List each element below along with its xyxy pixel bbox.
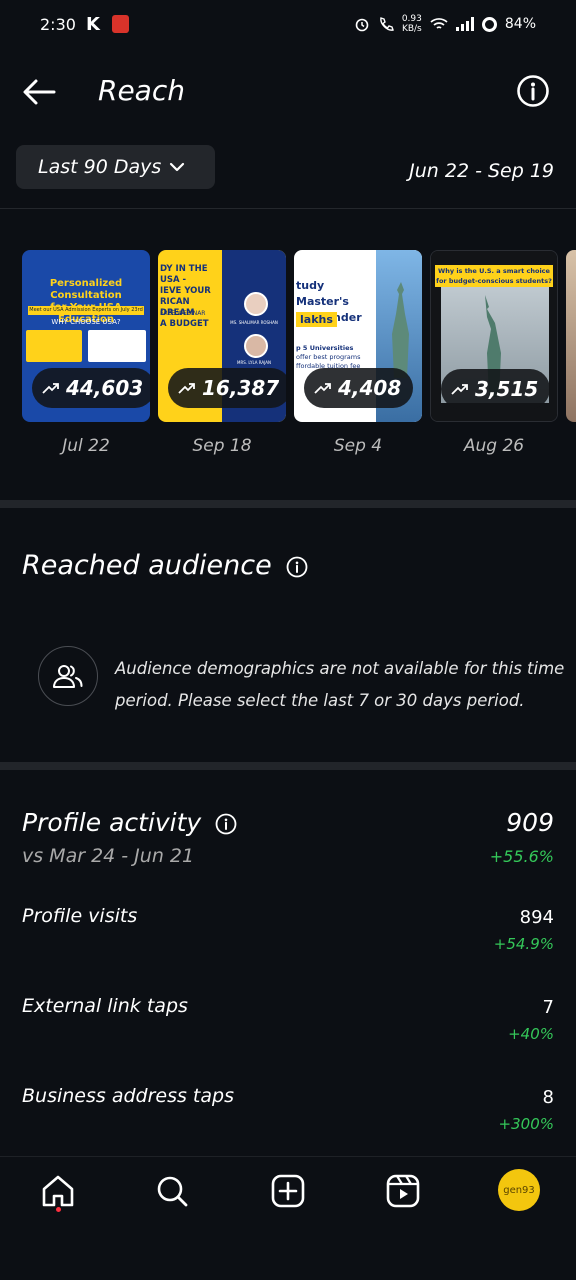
metric-change-business-address-taps: +300% bbox=[498, 1115, 554, 1133]
status-time: 2:30 bbox=[40, 15, 76, 34]
post-thumbnail[interactable]: Personalized Consultationfor Your USA Ed… bbox=[22, 250, 150, 422]
network-speed: 0.93 KB/s bbox=[401, 14, 422, 34]
trending-up-icon bbox=[178, 383, 195, 394]
section-divider bbox=[0, 500, 576, 508]
metric-label-profile-visits: Profile visits bbox=[22, 905, 138, 927]
flipboard-notification-icon bbox=[112, 15, 129, 33]
reached-audience-heading: Reached audience bbox=[22, 550, 308, 581]
notification-dot bbox=[56, 1207, 61, 1212]
metric-value-business-address-taps: 8 bbox=[542, 1087, 554, 1108]
metric-value-external-link-taps: 7 bbox=[542, 997, 554, 1018]
post-thumbnail[interactable]: tudy Master'sUSA under lakhs p 5 Univers… bbox=[294, 250, 422, 422]
reach-count: 3,515 bbox=[475, 377, 539, 401]
post-date: Aug 26 bbox=[463, 436, 525, 456]
info-icon[interactable] bbox=[516, 74, 550, 108]
metric-label-business-address-taps: Business address taps bbox=[22, 1085, 234, 1107]
chevron-down-icon bbox=[170, 162, 185, 172]
alarm-icon bbox=[355, 18, 369, 32]
audience-unavailable-note: Audience demographics are not available … bbox=[115, 659, 565, 710]
info-icon[interactable] bbox=[215, 813, 237, 835]
reach-badge: 4,408 bbox=[304, 368, 414, 408]
reach-badge: 3,515 bbox=[441, 369, 551, 409]
status-bar: 2:30 K 0.93 KB/s 84% bbox=[0, 0, 576, 52]
trending-up-icon bbox=[42, 383, 59, 394]
reach-count: 16,387 bbox=[202, 376, 280, 400]
battery-level: 84% bbox=[504, 16, 536, 32]
reach-badge: 44,603 bbox=[32, 368, 150, 408]
divider bbox=[0, 208, 576, 209]
post-thumbnail[interactable]: Why is the U.S. a smart choice for budget… bbox=[430, 250, 558, 422]
page-title: Reach bbox=[98, 74, 185, 107]
date-range-label: Last 90 Days bbox=[38, 156, 162, 178]
post-date: Sep 4 bbox=[333, 436, 383, 456]
call-icon bbox=[380, 17, 394, 31]
reels-icon[interactable] bbox=[383, 1171, 423, 1211]
info-icon[interactable] bbox=[286, 556, 308, 578]
metric-value-profile-visits: 894 bbox=[519, 907, 554, 928]
date-range-text: Jun 22 - Sep 19 bbox=[409, 160, 554, 182]
post-date: Sep 18 bbox=[192, 436, 252, 456]
post-date: Jul 22 bbox=[62, 436, 110, 456]
reach-badge: 16,387 bbox=[168, 368, 286, 408]
signal-icon bbox=[455, 17, 474, 31]
status-indicators: 0.93 KB/s 84% bbox=[354, 14, 536, 34]
wifi-icon bbox=[430, 18, 448, 29]
date-range-dropdown[interactable]: Last 90 Days bbox=[16, 145, 215, 189]
search-icon[interactable] bbox=[152, 1171, 192, 1211]
profile-activity-heading: Profile activity bbox=[22, 808, 237, 837]
audience-icon-circle bbox=[38, 646, 98, 706]
app-notification-icon: K bbox=[86, 14, 100, 35]
bottom-navigation: gen93 bbox=[0, 1156, 576, 1280]
next-post-preview[interactable] bbox=[566, 250, 576, 422]
top-posts-carousel[interactable]: Personalized Consultationfor Your USA Ed… bbox=[22, 250, 576, 470]
statue-of-liberty-icon bbox=[392, 282, 409, 378]
metric-change-profile-visits: +54.9% bbox=[493, 935, 554, 953]
metric-label-external-link-taps: External link taps bbox=[22, 995, 188, 1017]
profile-activity-change: +55.6% bbox=[489, 847, 554, 866]
battery-icon bbox=[481, 16, 497, 32]
reach-count: 4,408 bbox=[338, 376, 402, 400]
comparison-period: vs Mar 24 - Jun 21 bbox=[22, 845, 195, 867]
metric-change-external-link-taps: +40% bbox=[508, 1025, 554, 1043]
header: Reach bbox=[0, 60, 576, 124]
reach-count: 44,603 bbox=[66, 376, 144, 400]
back-arrow-icon[interactable] bbox=[20, 74, 60, 110]
people-icon bbox=[53, 665, 83, 688]
section-divider bbox=[0, 762, 576, 770]
post-thumbnail[interactable]: DY IN THE USA - IEVE YOUR RICAN DREAM A BUD… bbox=[158, 250, 286, 422]
create-post-icon[interactable] bbox=[268, 1171, 308, 1211]
profile-activity-total: 909 bbox=[506, 808, 554, 837]
trending-up-icon bbox=[314, 383, 331, 394]
trending-up-icon bbox=[451, 384, 468, 395]
home-icon[interactable] bbox=[38, 1171, 78, 1211]
profile-avatar[interactable]: gen93 bbox=[498, 1169, 540, 1211]
